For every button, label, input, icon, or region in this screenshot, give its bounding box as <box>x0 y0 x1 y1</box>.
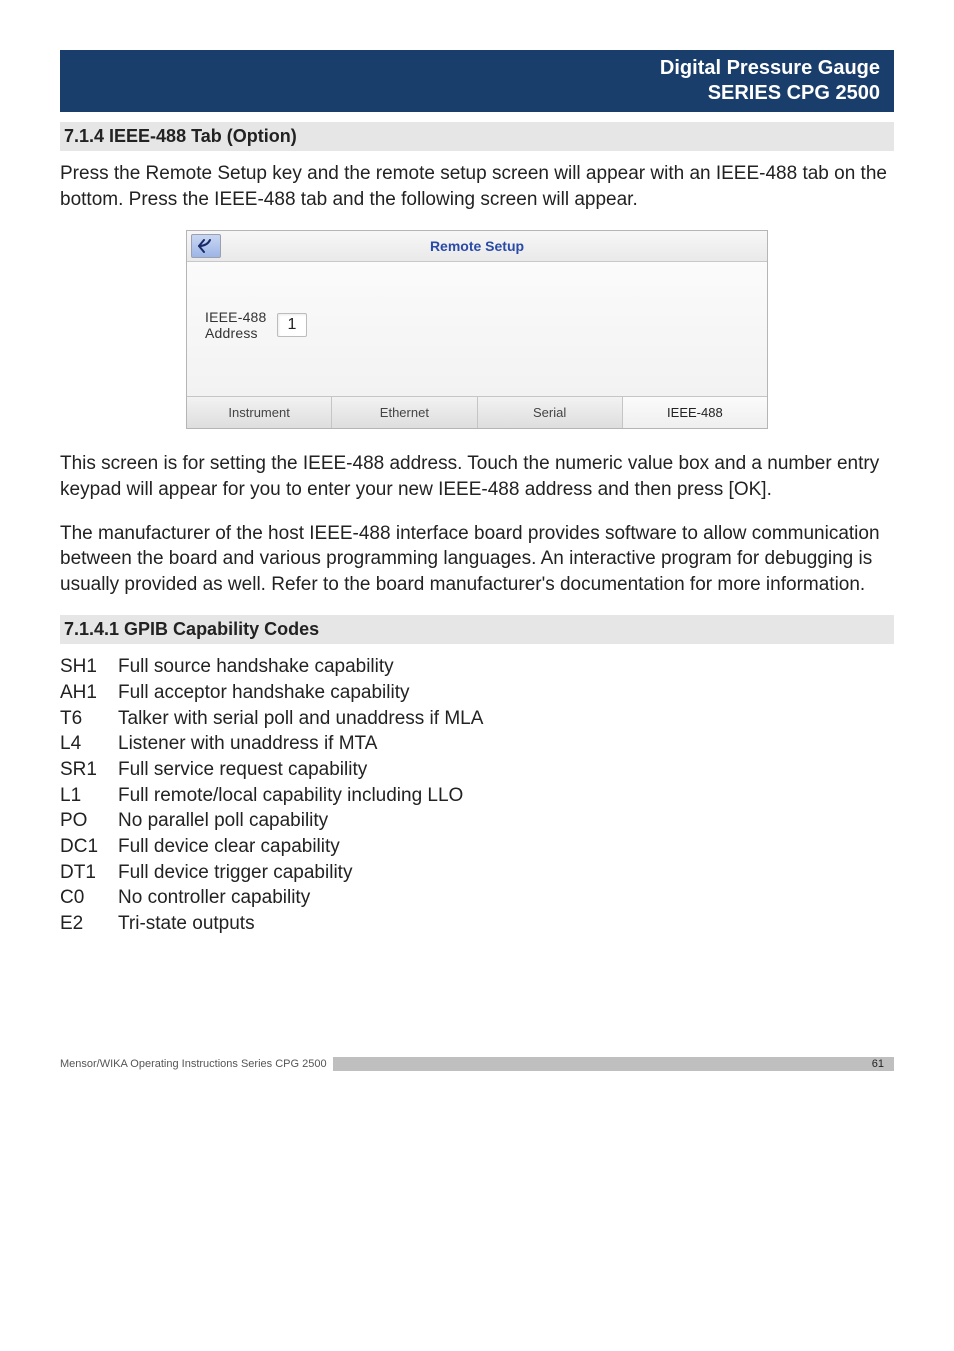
list-item: E2Tri-state outputs <box>60 911 894 937</box>
ieee488-address-input[interactable]: 1 <box>277 313 308 337</box>
code-key: C0 <box>60 885 118 911</box>
page-footer: Mensor/WIKA Operating Instructions Serie… <box>60 1057 894 1071</box>
code-desc: Full device clear capability <box>118 834 340 860</box>
tab-serial[interactable]: Serial <box>478 397 623 428</box>
code-desc: No parallel poll capability <box>118 808 328 834</box>
code-key: DC1 <box>60 834 118 860</box>
back-button[interactable] <box>191 234 221 258</box>
header-line2: SERIES CPG 2500 <box>60 81 880 106</box>
paragraph: The manufacturer of the host IEEE-488 in… <box>60 521 894 598</box>
code-key: SH1 <box>60 654 118 680</box>
section-title-714: 7.1.4 IEEE-488 Tab (Option) <box>60 122 894 151</box>
code-key: E2 <box>60 911 118 937</box>
header-line1: Digital Pressure Gauge <box>60 56 880 81</box>
code-key: SR1 <box>60 757 118 783</box>
tab-ieee488[interactable]: IEEE-488 <box>623 397 767 428</box>
code-key: L4 <box>60 731 118 757</box>
code-key: L1 <box>60 783 118 809</box>
tab-ethernet[interactable]: Ethernet <box>332 397 477 428</box>
code-desc: Full device trigger capability <box>118 860 352 886</box>
footer-text: Mensor/WIKA Operating Instructions Serie… <box>60 1058 327 1070</box>
list-item: DC1Full device clear capability <box>60 834 894 860</box>
list-item: L4Listener with unaddress if MTA <box>60 731 894 757</box>
paragraph: Press the Remote Setup key and the remot… <box>60 161 894 212</box>
page-number: 61 <box>872 1058 884 1070</box>
code-key: DT1 <box>60 860 118 886</box>
code-key: T6 <box>60 706 118 732</box>
screenshot-titlebar: Remote Setup <box>187 231 767 262</box>
code-desc: No controller capability <box>118 885 310 911</box>
ieee488-address-label: IEEE-488 Address <box>205 309 267 341</box>
code-desc: Full source handshake capability <box>118 654 394 680</box>
gpib-capability-list: SH1Full source handshake capability AH1F… <box>60 654 894 936</box>
back-arrow-icon <box>198 239 214 253</box>
list-item: L1Full remote/local capability including… <box>60 783 894 809</box>
list-item: AH1Full acceptor handshake capability <box>60 680 894 706</box>
list-item: PONo parallel poll capability <box>60 808 894 834</box>
code-desc: Tri-state outputs <box>118 911 255 937</box>
list-item: T6Talker with serial poll and unaddress … <box>60 706 894 732</box>
label-line: Address <box>205 325 267 341</box>
section-title-71411: 7.1.4.1 GPIB Capability Codes <box>60 615 894 644</box>
label-line: IEEE-488 <box>205 309 267 325</box>
code-key: PO <box>60 808 118 834</box>
code-desc: Full acceptor handshake capability <box>118 680 410 706</box>
document-header: Digital Pressure Gauge SERIES CPG 2500 <box>60 50 894 112</box>
embedded-screenshot: Remote Setup IEEE-488 Address 1 Instrume… <box>60 230 894 429</box>
paragraph: This screen is for setting the IEEE-488 … <box>60 451 894 502</box>
screenshot-title: Remote Setup <box>430 238 524 254</box>
screenshot-tabs: Instrument Ethernet Serial IEEE-488 <box>187 396 767 428</box>
footer-bar: 61 <box>333 1057 894 1071</box>
list-item: C0No controller capability <box>60 885 894 911</box>
code-desc: Full service request capability <box>118 757 367 783</box>
screenshot-content: IEEE-488 Address 1 <box>187 262 767 396</box>
code-desc: Listener with unaddress if MTA <box>118 731 377 757</box>
code-desc: Full remote/local capability including L… <box>118 783 463 809</box>
list-item: SR1Full service request capability <box>60 757 894 783</box>
code-key: AH1 <box>60 680 118 706</box>
code-desc: Talker with serial poll and unaddress if… <box>118 706 483 732</box>
list-item: DT1Full device trigger capability <box>60 860 894 886</box>
list-item: SH1Full source handshake capability <box>60 654 894 680</box>
tab-instrument[interactable]: Instrument <box>187 397 332 428</box>
